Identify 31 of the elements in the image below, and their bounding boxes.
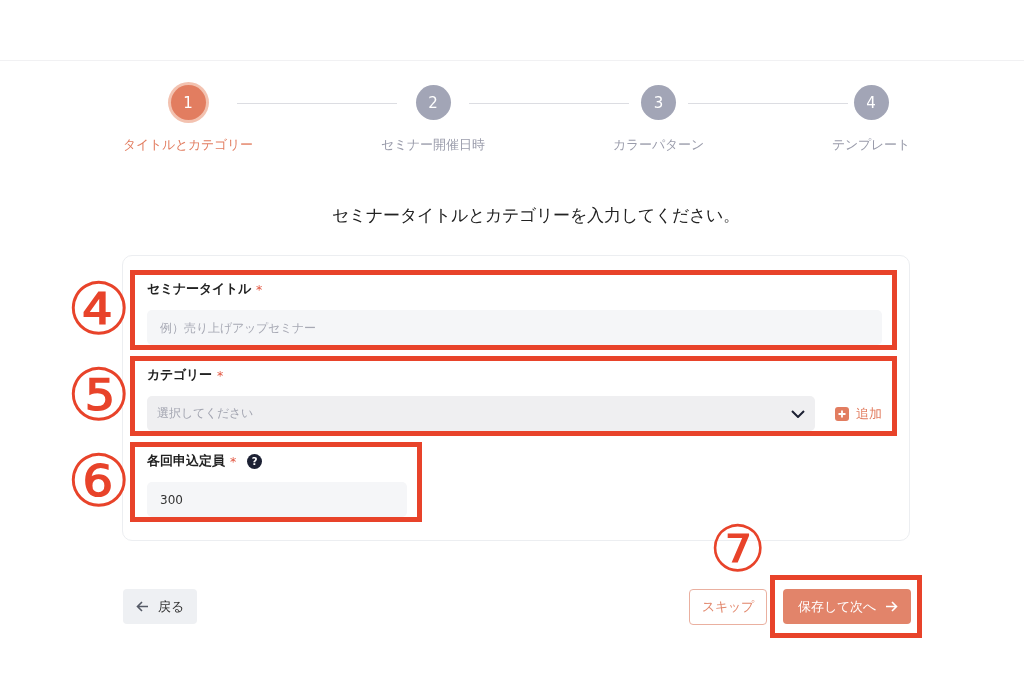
annotation-number: ⑥ — [66, 445, 131, 517]
annotation-number: ④ — [66, 273, 131, 345]
step-number[interactable]: 2 — [415, 85, 451, 120]
annotation-number: ⑤ — [66, 359, 131, 431]
arrow-left-icon — [136, 601, 149, 612]
skip-button[interactable]: スキップ — [689, 588, 767, 625]
arrow-right-icon — [884, 601, 898, 612]
select-field[interactable]: 選択してください — [147, 396, 815, 431]
plus-icon — [835, 406, 849, 421]
step-label: テンプレート — [832, 137, 910, 154]
step-label: カラーパターン — [613, 137, 704, 154]
help-icon[interactable]: ? — [247, 454, 263, 469]
step-number[interactable]: 3 — [641, 85, 676, 120]
step-number[interactable]: 4 — [853, 85, 889, 120]
field-label: 各回申込定員 — [147, 453, 225, 470]
field-label: セミナータイトル — [147, 281, 251, 298]
step-label: タイトルとカテゴリー — [123, 137, 253, 154]
save-next-button[interactable]: 保存して次へ — [783, 589, 911, 624]
step-label: セミナー開催日時 — [381, 137, 485, 154]
required-mark: * — [217, 368, 224, 383]
add-button[interactable]: 追加 — [835, 404, 882, 423]
back-button[interactable]: 戻る — [123, 589, 197, 624]
page-heading: セミナータイトルとカテゴリーを入力してください。 — [331, 204, 741, 227]
annotation-number: ⑦ — [709, 517, 767, 581]
input-field[interactable]: 例）売り上げアップセミナー — [147, 310, 882, 345]
field-label: カテゴリー — [147, 367, 212, 384]
step-number[interactable]: 1 — [170, 85, 206, 120]
required-mark: * — [230, 454, 237, 469]
input-field[interactable]: 300 — [147, 482, 407, 517]
required-mark: * — [256, 282, 263, 297]
chevron-down-icon — [791, 409, 805, 418]
